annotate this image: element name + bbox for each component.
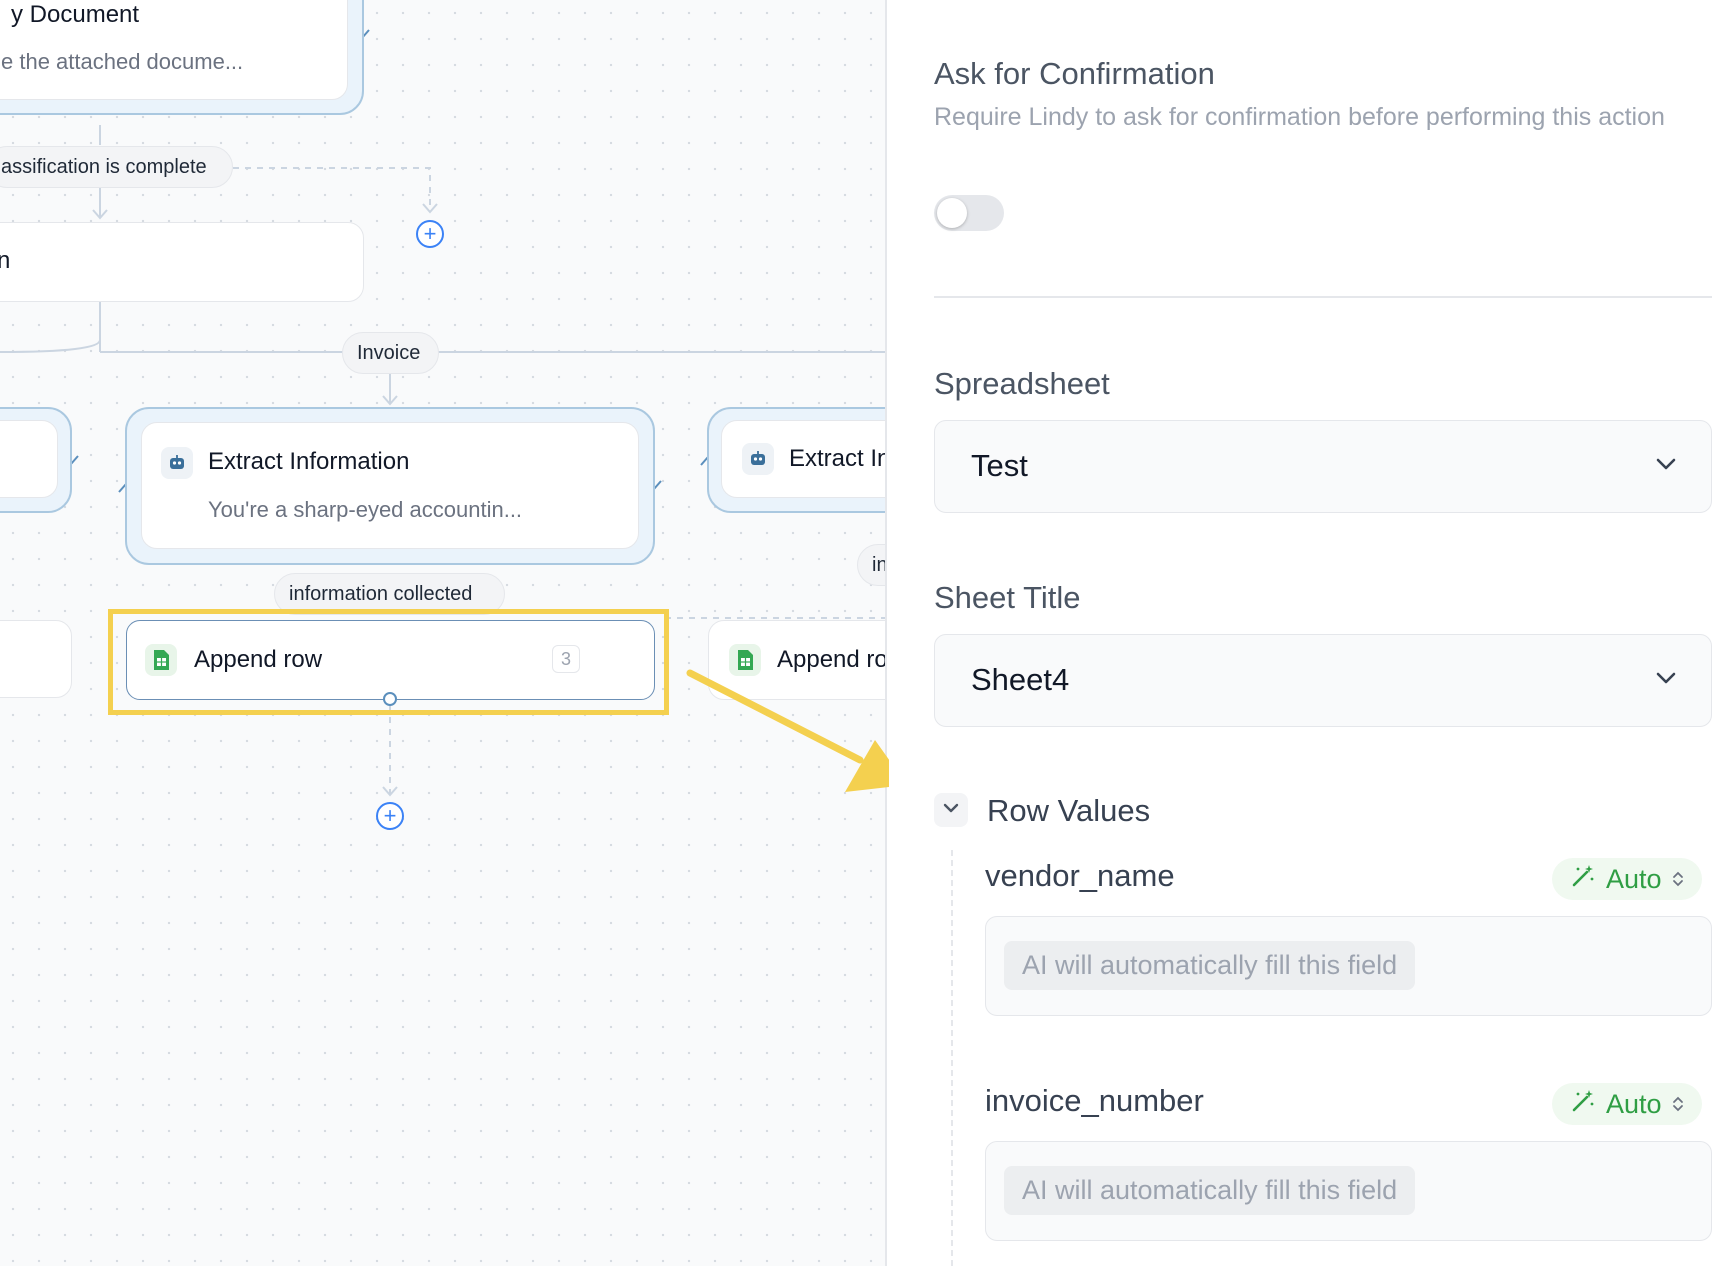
vendor-name-field[interactable]: AI will automatically fill this field [985, 916, 1712, 1016]
spreadsheet-select[interactable]: Test [934, 420, 1712, 513]
confirmation-title: Ask for Confirmation [934, 56, 1215, 91]
chevron-up-down-icon [1672, 864, 1684, 895]
invoice-number-field[interactable]: AI will automatically fill this field [985, 1141, 1712, 1241]
divider [934, 296, 1712, 298]
chevron-down-icon [1655, 671, 1677, 690]
magic-wand-icon [1570, 1088, 1596, 1121]
auto-fill-placeholder: AI will automatically fill this field [1004, 941, 1416, 990]
spreadsheet-value: Test [971, 448, 1028, 483]
confirmation-toggle[interactable] [934, 195, 1004, 231]
chevron-down-icon [1655, 457, 1677, 476]
auto-mode-label: Auto [1606, 863, 1662, 894]
sheet-title-label: Sheet Title [934, 580, 1081, 615]
field-name-vendor-name: vendor_name [985, 858, 1175, 893]
action-settings-panel: Ask for Confirmation Require Lindy to as… [889, 0, 1732, 1266]
row-values-guide [951, 850, 953, 1266]
field-name-invoice-number: invoice_number [985, 1083, 1204, 1118]
magic-wand-icon [1570, 863, 1596, 896]
chevron-up-down-icon [1672, 1089, 1684, 1120]
auto-mode-selector[interactable]: Auto [1552, 1083, 1702, 1125]
auto-fill-placeholder: AI will automatically fill this field [1004, 1166, 1416, 1215]
spreadsheet-label: Spreadsheet [934, 366, 1110, 401]
auto-mode-selector[interactable]: Auto [1552, 858, 1702, 900]
toggle-knob [937, 198, 967, 228]
sheet-title-value: Sheet4 [971, 662, 1070, 697]
auto-mode-label: Auto [1606, 1088, 1662, 1119]
confirmation-description: Require Lindy to ask for confirmation be… [934, 103, 1665, 131]
sheet-title-select[interactable]: Sheet4 [934, 634, 1712, 727]
row-values-collapse-button[interactable] [934, 793, 968, 827]
row-values-label: Row Values [987, 793, 1151, 828]
chevron-down-icon [942, 801, 960, 819]
